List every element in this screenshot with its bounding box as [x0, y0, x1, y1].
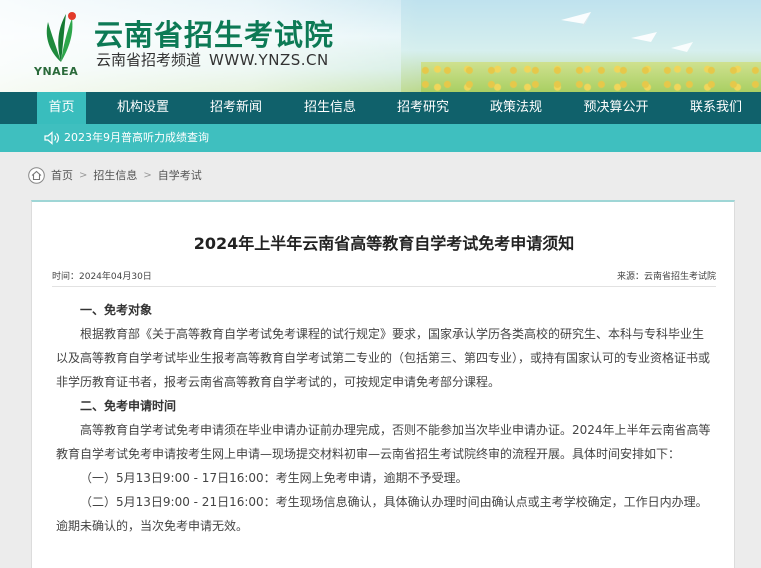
speaker-icon: [44, 131, 59, 145]
article-meta: 时间：2024年04月30日 来源：云南省招生考试院: [52, 269, 716, 287]
nav-item-news[interactable]: 招考新闻: [200, 92, 272, 124]
paragraph: （一）5月13日9:00 - 17日16:00：考生网上免考申请，逾期不予受理。: [80, 471, 468, 485]
nav-item-research[interactable]: 招考研究: [387, 92, 459, 124]
breadcrumb-self-study[interactable]: 自学考试: [158, 167, 202, 183]
article-time: 时间：2024年04月30日: [52, 272, 152, 282]
site-url: WWW.YNZS.CN: [209, 51, 329, 69]
article-source: 来源：云南省招生考试院: [616, 272, 716, 282]
site-subtitle: 云南省招考频道 WWW.YNZS.CN: [96, 49, 329, 70]
home-icon[interactable]: [28, 166, 45, 184]
nav-item-budget[interactable]: 预决算公开: [574, 92, 658, 124]
article-panel: 2024年上半年云南省高等教育自学考试免考申请须知 时间：2024年04月30日…: [31, 200, 735, 568]
site-banner: YNAEA 云南省招生考试院 云南省招考频道 WWW.YNZS.CN: [0, 0, 761, 92]
section-heading: 一、免考对象: [80, 303, 153, 317]
breadcrumb-home[interactable]: 首页: [51, 167, 73, 183]
nav-item-admissions[interactable]: 招生信息: [294, 92, 366, 124]
breadcrumb-separator: >: [79, 169, 88, 181]
paper-planes-decoration: [561, 12, 693, 52]
breadcrumb-admissions[interactable]: 招生信息: [93, 167, 137, 183]
nav-item-home[interactable]: 首页: [37, 92, 86, 124]
paragraph: （二）5月13日9:00 - 21日16:00：考生现场信息确认，具体确认办理时…: [56, 495, 708, 533]
site-subtitle-text: 云南省招考频道: [96, 51, 202, 69]
main-nav: 首页 机构设置 招考新闻 招生信息 招考研究 政策法规 预决算公开 联系我们: [0, 92, 761, 124]
article-title: 2024年上半年云南省高等教育自学考试免考申请须知: [193, 234, 575, 253]
paragraph: 根据教育部《关于高等教育自学考试免考课程的试行规定》要求，国家承认学历各类高校的…: [56, 327, 711, 389]
site-title[interactable]: 云南省招生考试院: [94, 12, 334, 54]
nav-item-policies[interactable]: 政策法规: [480, 92, 552, 124]
nav-item-organization[interactable]: 机构设置: [107, 92, 179, 124]
nav-item-contact[interactable]: 联系我们: [680, 92, 752, 124]
breadcrumb-separator: >: [143, 169, 152, 181]
article-body: 一、免考对象 根据教育部《关于高等教育自学考试免考课程的试行规定》要求，国家承认…: [56, 298, 712, 538]
ynaea-leaf-logo-icon[interactable]: [36, 8, 86, 66]
announcement-ticker: 2023年9月普高听力成绩查询: [0, 124, 761, 152]
ticker-link[interactable]: 2023年9月普高听力成绩查询: [64, 124, 209, 152]
breadcrumb: 首页 > 招生信息 > 自学考试: [28, 165, 202, 185]
logo-text: YNAEA: [34, 65, 79, 78]
paragraph: 高等教育自学考试免考申请须在毕业申请办证前办理完成，否则不能参加当次毕业申请办证…: [56, 423, 711, 461]
section-heading: 二、免考申请时间: [80, 399, 177, 413]
